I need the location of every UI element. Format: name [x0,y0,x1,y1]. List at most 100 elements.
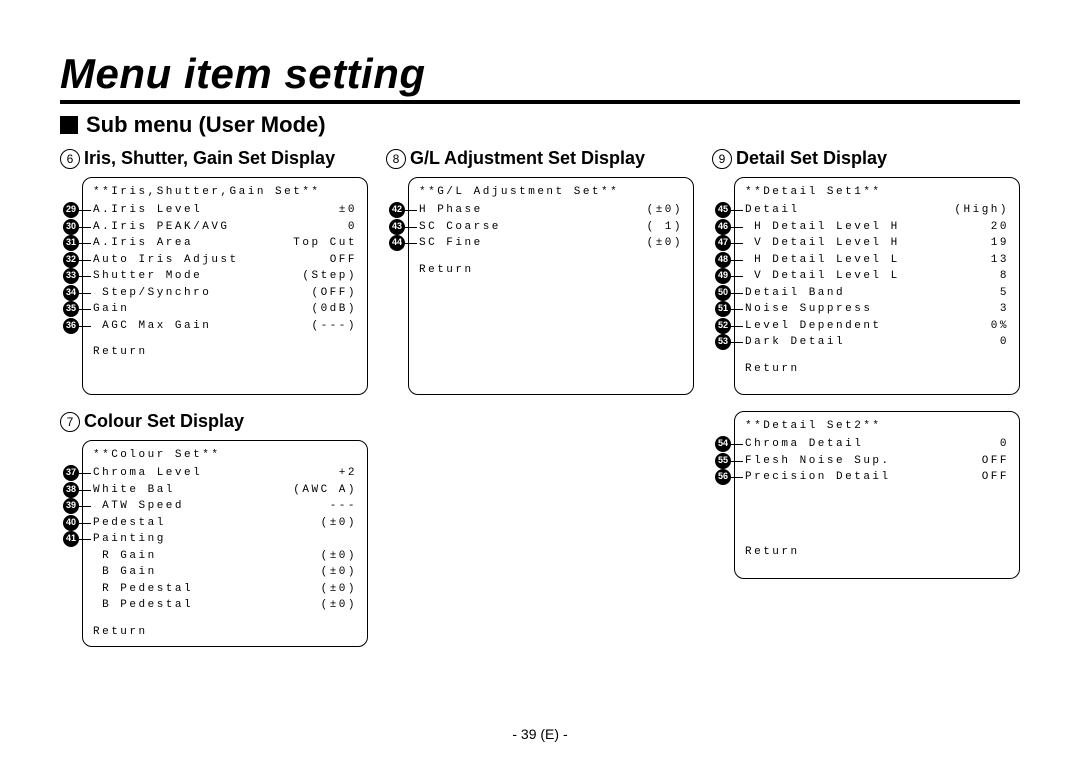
row-marker: 37 [63,465,79,481]
row-value: (±0) [287,548,357,565]
row-label: R Pedestal [93,581,287,598]
row-value: (±0) [287,597,357,614]
row-marker: 56 [715,469,731,485]
circled-number-6: 6 [60,149,80,169]
row-marker: 51 [715,301,731,317]
row-label: Noise Suppress [745,301,939,318]
panel-title-detail: 9 Detail Set Display [712,148,1020,169]
row-label: H Phase [419,202,613,219]
row-label: A.Iris PEAK/AVG [93,219,287,236]
menu-row: 48 H Detail Level L13 [745,252,1009,269]
row-label: A.Iris Area [93,235,287,252]
panel-detail1: **Detail Set1** 45Detail(High)46 H Detai… [734,177,1020,395]
row-label: Painting [93,531,287,548]
panel-gl: **G/L Adjustment Set** 42H Phase(±0)43SC… [408,177,694,395]
row-marker: 50 [715,285,731,301]
menu-row: 34 Step/Synchro(OFF) [93,285,357,302]
row-value [287,531,357,548]
menu-row: 46 H Detail Level H20 [745,219,1009,236]
column-2: 8 G/L Adjustment Set Display **G/L Adjus… [386,144,694,663]
row-label: Dark Detail [745,334,939,351]
row-label: V Detail Level L [745,268,939,285]
page-footer: - 39 (E) - [0,726,1080,742]
row-marker: 46 [715,219,731,235]
menu-row: R Pedestal(±0) [93,581,357,598]
row-value: OFF [287,252,357,269]
menu-row: 42H Phase(±0) [419,202,683,219]
return-label: Return [745,546,1009,558]
panel-title-text: Colour Set Display [84,411,244,432]
row-value: (±0) [613,235,683,252]
row-marker: 44 [389,235,405,251]
row-marker: 49 [715,268,731,284]
page-title: Menu item setting [60,50,1020,104]
row-marker: 54 [715,436,731,452]
menu-row: 43SC Coarse( 1) [419,219,683,236]
menu-row: 51Noise Suppress3 [745,301,1009,318]
row-marker: 31 [63,235,79,251]
row-marker: 48 [715,252,731,268]
row-value: (Step) [287,268,357,285]
panel-header: **Detail Set1** [745,186,1009,198]
row-value: 20 [939,219,1009,236]
menu-row: 41Painting [93,531,357,548]
return-label: Return [93,346,357,358]
row-label: Detail [745,202,939,219]
row-value: (±0) [613,202,683,219]
row-label: V Detail Level H [745,235,939,252]
menu-row: B Gain(±0) [93,564,357,581]
row-value: 3 [939,301,1009,318]
menu-row: 36 AGC Max Gain(---) [93,318,357,335]
row-marker: 40 [63,515,79,531]
row-marker: 47 [715,235,731,251]
row-value: (±0) [287,564,357,581]
panel-header: **Iris,Shutter,Gain Set** [93,186,357,198]
row-label: H Detail Level H [745,219,939,236]
menu-row: 45Detail(High) [745,202,1009,219]
row-label: Chroma Level [93,465,287,482]
panel-title-colour: 7 Colour Set Display [60,411,368,432]
row-label: Step/Synchro [93,285,287,302]
row-label: White Bal [93,482,287,499]
row-value: ±0 [287,202,357,219]
panel-iris: **Iris,Shutter,Gain Set** 29A.Iris Level… [82,177,368,395]
row-label: H Detail Level L [745,252,939,269]
menu-row: 40Pedestal(±0) [93,515,357,532]
row-value: (±0) [287,581,357,598]
row-value: 0 [939,436,1009,453]
menu-row: 31A.Iris AreaTop Cut [93,235,357,252]
panel-header: **Detail Set2** [745,420,1009,432]
row-marker: 43 [389,219,405,235]
menu-row: 50Detail Band5 [745,285,1009,302]
return-label: Return [419,264,683,276]
panel-colour: **Colour Set** 37Chroma Level+238White B… [82,440,368,647]
menu-row: 33Shutter Mode(Step) [93,268,357,285]
section-heading: Sub menu (User Mode) [60,112,1020,138]
row-marker: 42 [389,202,405,218]
panel-title-iris: 6 Iris, Shutter, Gain Set Display [60,148,368,169]
menu-row: 37Chroma Level+2 [93,465,357,482]
row-value: (---) [287,318,357,335]
return-label: Return [745,363,1009,375]
row-value: 5 [939,285,1009,302]
row-label: Level Dependent [745,318,939,335]
row-value: 0% [939,318,1009,335]
circled-number-9: 9 [712,149,732,169]
row-value: (±0) [287,515,357,532]
row-marker: 52 [715,318,731,334]
column-3: 9 Detail Set Display **Detail Set1** 45D… [712,144,1020,663]
row-value: 19 [939,235,1009,252]
row-label: Detail Band [745,285,939,302]
row-value: ( 1) [613,219,683,236]
menu-row: 29A.Iris Level±0 [93,202,357,219]
row-marker: 35 [63,301,79,317]
row-value: (High) [939,202,1009,219]
return-label: Return [93,626,357,638]
row-value: 8 [939,268,1009,285]
row-marker: 39 [63,498,79,514]
menu-row: 49 V Detail Level L8 [745,268,1009,285]
row-value: (0dB) [287,301,357,318]
row-label: Chroma Detail [745,436,939,453]
row-marker: 53 [715,334,731,350]
row-value: (OFF) [287,285,357,302]
